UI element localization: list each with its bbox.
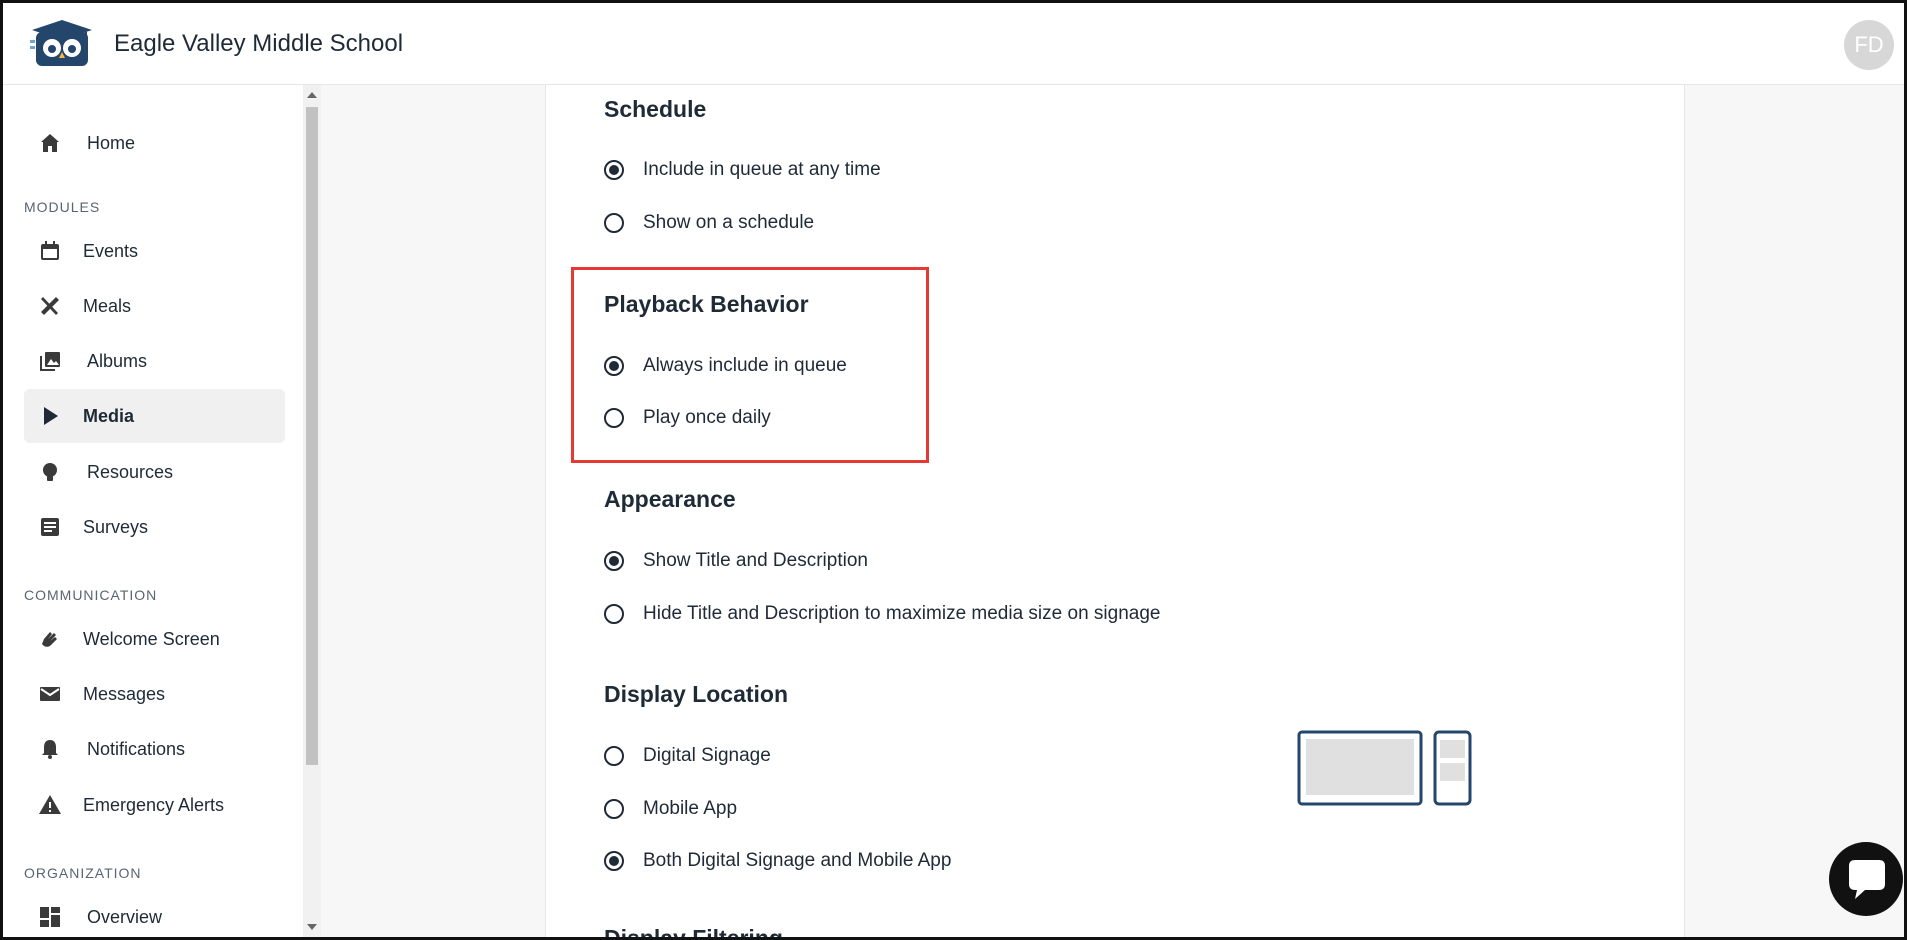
- schedule-title: Schedule: [604, 96, 707, 122]
- sidebar-item-messages[interactable]: Messages: [24, 667, 285, 721]
- bell-icon: [42, 740, 58, 759]
- radio-button[interactable]: [604, 213, 624, 233]
- signage-and-phone-illustration-icon: [1297, 730, 1472, 806]
- app-header: Eagle Valley Middle School FD: [0, 0, 1907, 85]
- section-label-modules: MODULES: [24, 199, 101, 215]
- photo-library-icon: [40, 352, 60, 371]
- sidebar: Home MODULES Events Meals Albums Media R…: [3, 85, 303, 937]
- sidebar-item-home[interactable]: Home: [24, 116, 285, 170]
- sidebar-item-label: Resources: [87, 462, 174, 482]
- waving-hand-icon: [42, 632, 57, 647]
- radio-button[interactable]: [604, 799, 624, 819]
- sidebar-item-label: Media: [83, 406, 135, 426]
- sidebar-item-overview[interactable]: Overview: [24, 890, 285, 937]
- sidebar-item-emergency-alerts[interactable]: Emergency Alerts: [24, 778, 285, 832]
- sidebar-item-label: Surveys: [83, 517, 149, 537]
- warning-icon: [39, 795, 61, 814]
- sidebar-item-meals[interactable]: Meals: [24, 279, 285, 333]
- dashboard-icon: [40, 907, 60, 927]
- scroll-up-arrow-icon[interactable]: [307, 92, 317, 98]
- option-label: Play once daily: [643, 407, 771, 428]
- sidebar-item-label: Notifications: [87, 739, 186, 759]
- sidebar-item-surveys[interactable]: Surveys: [24, 500, 285, 554]
- sidebar-item-label: Welcome Screen: [83, 629, 220, 649]
- chat-bubble-icon: [1849, 860, 1885, 899]
- radio-button[interactable]: [604, 160, 624, 180]
- radio-button[interactable]: [604, 604, 624, 624]
- option-label: Include in queue at any time: [643, 159, 881, 180]
- option-label: Hide Title and Description to maximize m…: [643, 603, 1161, 624]
- survey-form-icon: [41, 518, 59, 536]
- chat-button[interactable]: [1829, 842, 1903, 916]
- option-label: Show Title and Description: [643, 550, 868, 571]
- sidebar-item-welcome-screen[interactable]: Welcome Screen: [24, 612, 285, 666]
- user-avatar[interactable]: FD: [1844, 20, 1894, 70]
- sidebar-item-events[interactable]: Events: [24, 224, 285, 278]
- radio-button[interactable]: [604, 551, 624, 571]
- school-name: Eagle Valley Middle School: [114, 30, 404, 57]
- display-filtering-title: Display Filtering: [604, 925, 783, 937]
- sidebar-item-label: Messages: [83, 684, 166, 704]
- lightbulb-icon: [43, 463, 57, 481]
- sidebar-item-label: Albums: [87, 351, 148, 371]
- option-label: Digital Signage: [643, 745, 771, 766]
- sidebar-item-notifications[interactable]: Notifications: [24, 722, 285, 776]
- scroll-down-arrow-icon[interactable]: [307, 924, 317, 930]
- sidebar-item-label: Emergency Alerts: [83, 795, 225, 815]
- sidebar-item-resources[interactable]: Resources: [24, 445, 285, 499]
- sidebar-item-label: Home: [87, 133, 136, 153]
- sidebar-scrollbar[interactable]: [303, 85, 321, 937]
- radio-button[interactable]: [604, 356, 624, 376]
- option-label: Always include in queue: [643, 355, 847, 376]
- sidebar-item-label: Overview: [87, 907, 163, 927]
- sidebar-item-media[interactable]: Media: [24, 389, 285, 443]
- sidebar-item-label: Meals: [83, 296, 132, 316]
- radio-button[interactable]: [604, 851, 624, 871]
- option-label: Show on a schedule: [643, 212, 815, 233]
- school-owl-logo-icon[interactable]: [30, 18, 94, 70]
- radio-button[interactable]: [604, 408, 624, 428]
- option-label: Mobile App: [643, 798, 738, 819]
- display-location-title: Display Location: [604, 681, 789, 707]
- fork-knife-icon: [41, 297, 59, 315]
- section-label-organization: ORGANIZATION: [24, 865, 142, 881]
- sidebar-item-label: Events: [83, 241, 139, 261]
- appearance-title: Appearance: [604, 486, 736, 512]
- play-icon: [44, 407, 58, 425]
- calendar-icon: [41, 241, 59, 260]
- playback-behavior-title: Playback Behavior: [604, 291, 809, 317]
- scrollbar-thumb[interactable]: [306, 107, 318, 765]
- section-label-communication: COMMUNICATION: [24, 587, 158, 603]
- sidebar-item-albums[interactable]: Albums: [24, 334, 285, 388]
- mail-icon: [40, 687, 60, 701]
- radio-button[interactable]: [604, 746, 624, 766]
- home-icon: [41, 134, 59, 152]
- option-label: Both Digital Signage and Mobile App: [643, 850, 952, 871]
